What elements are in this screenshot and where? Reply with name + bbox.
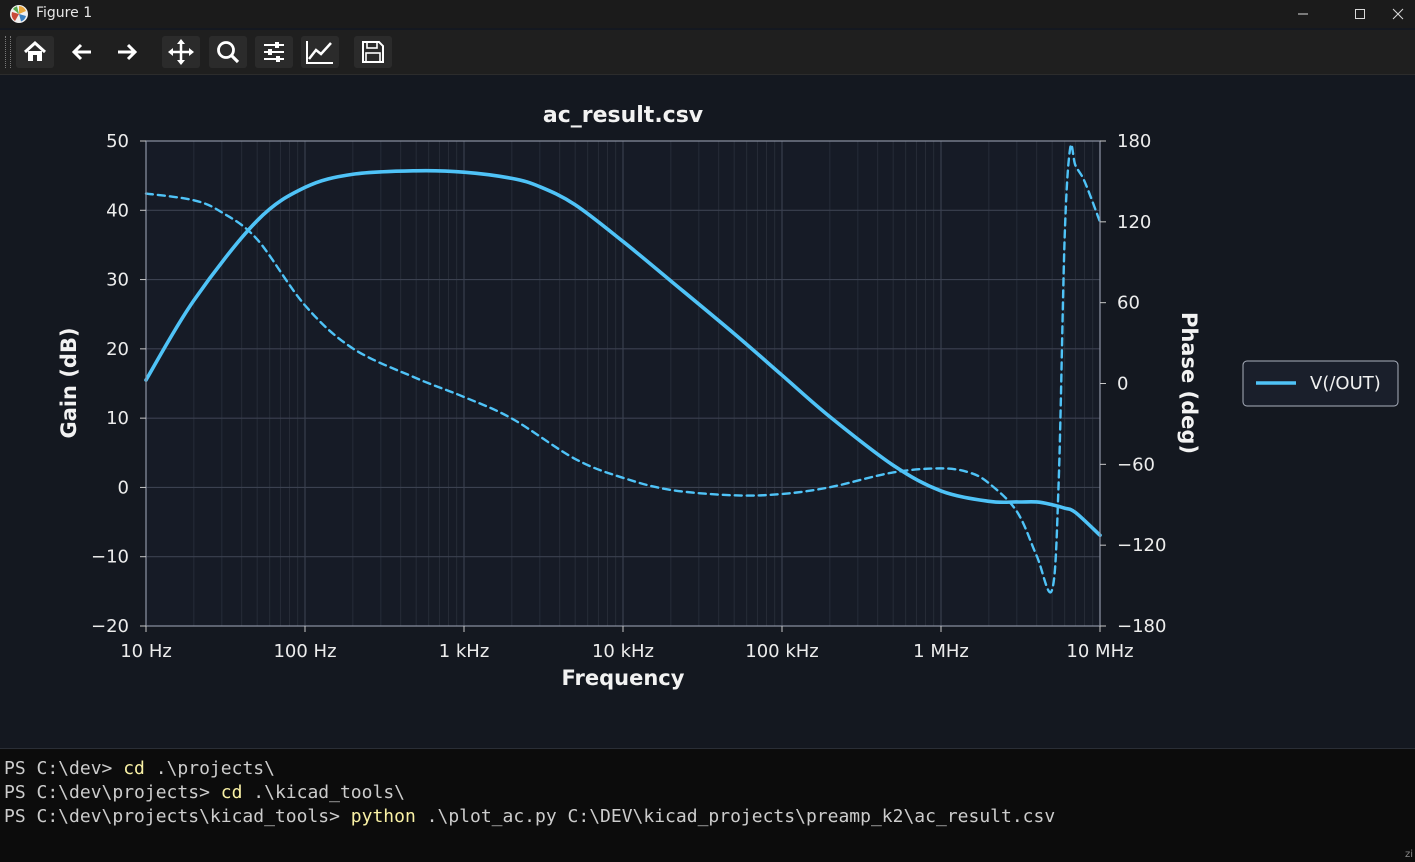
chart-title: ac_result.csv (543, 103, 704, 128)
terminal-prompt: PS C:\dev> (4, 758, 124, 779)
save-button[interactable] (354, 36, 392, 68)
y2-axis-label: Phase (deg) (1177, 312, 1201, 454)
y2-tick-label: 60 (1117, 293, 1140, 314)
y-tick-label: 10 (106, 408, 129, 429)
terminal-command: python (350, 806, 416, 827)
chart-line-icon (306, 41, 333, 64)
forward-button[interactable] (108, 36, 146, 68)
pan-button[interactable] (162, 36, 200, 68)
title-bar[interactable]: Figure 1 (0, 0, 1415, 28)
y-tick-label: 20 (106, 339, 129, 360)
close-button[interactable] (1380, 0, 1415, 28)
minimize-icon (1298, 13, 1308, 15)
x-tick-label: 1 MHz (913, 641, 969, 662)
arrow-left-icon (71, 43, 91, 61)
terminal-args: .\projects\ (144, 758, 275, 779)
terminal-corner-text: zi (1404, 849, 1413, 860)
y2-tick-label: 120 (1117, 212, 1151, 233)
y-tick-label: 30 (106, 270, 129, 291)
y-tick-label: 50 (106, 131, 129, 152)
y2-tick-label: 180 (1117, 131, 1151, 152)
terminal-args: .\plot_ac.py C:\DEV\kicad_projects\pream… (415, 806, 1056, 827)
terminal-line: PS C:\dev\projects> cd .\kicad_tools\ (4, 782, 405, 803)
terminal-pane[interactable]: PS C:\dev> cd .\projects\ PS C:\dev\proj… (0, 749, 1415, 862)
close-icon (1392, 8, 1403, 20)
y2-tick-label: 0 (1117, 374, 1128, 395)
toolbar-grip[interactable] (5, 36, 11, 68)
arrow-right-icon (118, 43, 138, 61)
x-tick-label: 100 kHz (745, 641, 819, 662)
sliders-icon (264, 42, 284, 62)
y-axis-label: Gain (dB) (57, 327, 81, 438)
terminal-prompt: PS C:\dev\projects> (4, 782, 221, 803)
legend-entry-label: V(/OUT) (1310, 373, 1381, 394)
x-tick-label: 100 Hz (273, 641, 336, 662)
home-icon (23, 40, 47, 61)
y-tick-label: −20 (91, 616, 129, 637)
x-tick-label: 1 kHz (439, 641, 490, 662)
y2-tick-label: −120 (1117, 535, 1166, 556)
zoom-button[interactable] (209, 36, 247, 68)
terminal-args: .\kicad_tools\ (242, 782, 405, 803)
y2-tick-label: −180 (1117, 616, 1166, 637)
floppy-disk-icon (362, 41, 384, 63)
navigation-toolbar (0, 30, 1415, 75)
terminal-line: PS C:\dev> cd .\projects\ (4, 758, 275, 779)
terminal-command: cd (123, 758, 145, 779)
x-tick-label: 10 Hz (120, 641, 172, 662)
home-button[interactable] (16, 36, 54, 68)
terminal-line: PS C:\dev\projects\kicad_tools> python .… (4, 806, 1055, 827)
figure-window: Figure 1 10 Hz 100 Hz 1 kHz 10 kHz 100 k… (0, 0, 1415, 749)
terminal-command: cd (220, 782, 243, 803)
minimize-button[interactable] (1280, 0, 1326, 28)
matplotlib-logo-icon (10, 5, 28, 23)
y-tick-label: 0 (118, 477, 129, 498)
y-tick-label: 40 (106, 200, 129, 221)
y-tick-label: −10 (91, 547, 129, 568)
x-axis-label: Frequency (562, 666, 685, 690)
maximize-icon (1355, 9, 1365, 19)
window-title: Figure 1 (36, 5, 93, 21)
terminal-prompt: PS C:\dev\projects\kicad_tools> (4, 806, 351, 827)
y2-tick-label: −60 (1117, 454, 1155, 475)
magnifier-icon (217, 41, 240, 64)
back-button[interactable] (63, 36, 101, 68)
edit-axis-button[interactable] (301, 36, 339, 68)
move-icon (168, 39, 194, 65)
maximize-button[interactable] (1337, 0, 1383, 28)
configure-subplots-button[interactable] (255, 36, 293, 68)
legend[interactable]: V(/OUT) (1242, 360, 1399, 407)
x-tick-label: 10 MHz (1066, 641, 1133, 662)
figure-canvas[interactable]: 10 Hz 100 Hz 1 kHz 10 kHz 100 kHz 1 MHz 10 MHz… (0, 75, 1415, 747)
x-tick-label: 10 kHz (592, 641, 654, 662)
